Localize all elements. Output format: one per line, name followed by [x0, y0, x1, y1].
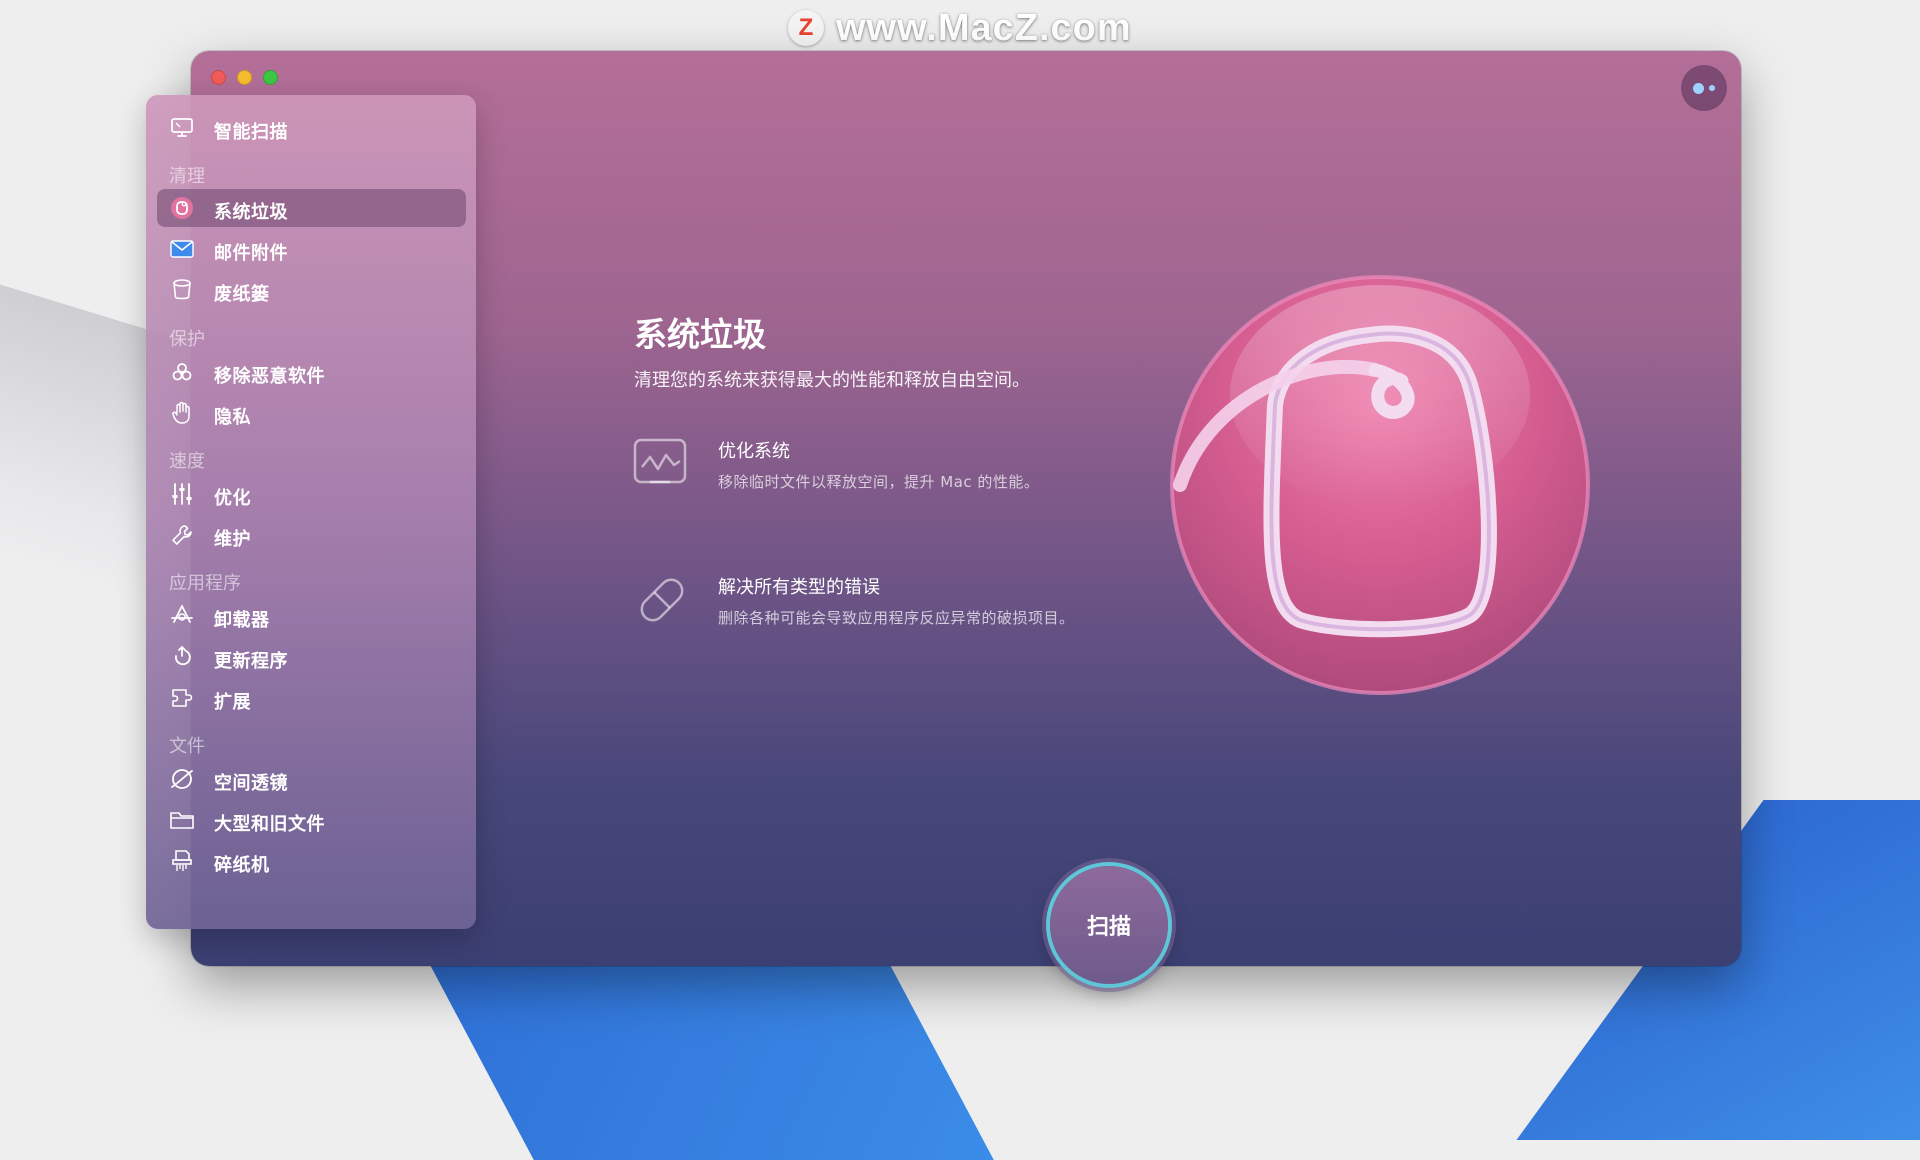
sidebar-item-label: 优化 [214, 488, 251, 509]
sidebar-item-updater[interactable]: 更新程序 [157, 638, 466, 676]
sidebar-item-extensions[interactable]: 扩展 [157, 679, 466, 717]
page-title: 系统垃圾 [634, 315, 766, 354]
wrench-icon [169, 523, 195, 547]
biohazard-icon [169, 360, 195, 384]
sidebar-item-optimization[interactable]: 优化 [157, 475, 466, 513]
section-title-speed: 速度 [169, 451, 205, 472]
sidebar-item-mail-attachments[interactable]: 邮件附件 [157, 230, 466, 268]
system-junk-icon [169, 196, 195, 220]
sidebar-item-space-lens[interactable]: 空间透镜 [157, 760, 466, 798]
sidebar-item-label: 更新程序 [214, 651, 288, 672]
sidebar-item-shredder[interactable]: 碎纸机 [157, 842, 466, 880]
section-title-applications: 应用程序 [169, 573, 241, 594]
zoom-button[interactable] [263, 70, 278, 85]
scan-button[interactable]: 扫描 [1050, 866, 1168, 984]
system-junk-hero-icon [1170, 275, 1590, 695]
assistant-dot-icon [1693, 82, 1704, 94]
shredder-icon [169, 849, 195, 873]
feature-description: 移除临时文件以释放空间，提升 Mac 的性能。 [718, 473, 1040, 491]
minimize-button[interactable] [237, 70, 252, 85]
extensions-icon [169, 686, 195, 710]
sidebar-item-smart-scan[interactable]: 智能扫描 [157, 109, 466, 147]
window-controls [211, 70, 278, 85]
feature-title: 优化系统 [718, 441, 790, 462]
hand-icon [169, 401, 195, 425]
sliders-icon [169, 482, 195, 506]
sidebar-item-label: 卸载器 [214, 610, 270, 631]
feature-description: 删除各种可能会导致应用程序反应异常的破损项目。 [718, 609, 1075, 627]
folder-icon [169, 808, 195, 832]
space-lens-icon [169, 767, 195, 791]
sidebar-item-label: 废纸篓 [214, 284, 270, 305]
assistant-button[interactable] [1681, 65, 1727, 111]
monitor-icon [169, 116, 195, 140]
sidebar-item-label: 维护 [214, 529, 251, 550]
sidebar-item-system-junk[interactable]: 系统垃圾 [157, 189, 466, 227]
watermark: Z www.MacZ.com [788, 6, 1132, 49]
sidebar-item-uninstaller[interactable]: 卸载器 [157, 597, 466, 635]
sidebar-item-trash[interactable]: 废纸篓 [157, 271, 466, 309]
pill-icon [634, 572, 690, 628]
trash-icon [169, 278, 195, 302]
close-button[interactable] [211, 70, 226, 85]
sidebar-item-label: 隐私 [214, 407, 251, 428]
watermark-logo-icon: Z [788, 10, 824, 46]
sidebar-item-label: 碎纸机 [214, 855, 270, 876]
sidebar: 智能扫描 清理 系统垃圾 邮件附件 废纸篓 保护 移除恶意软件 隐私 速度 优化… [146, 95, 476, 929]
sidebar-item-malware-removal[interactable]: 移除恶意软件 [157, 353, 466, 391]
watermark-text: www.MacZ.com [836, 6, 1132, 49]
mail-icon [169, 237, 195, 261]
sidebar-item-maintenance[interactable]: 维护 [157, 516, 466, 554]
page-subtitle: 清理您的系统来获得最大的性能和释放自由空间。 [634, 370, 1030, 391]
section-title-protection: 保护 [169, 329, 205, 350]
updater-icon [169, 645, 195, 669]
assistant-dot-small-icon [1709, 85, 1715, 91]
sidebar-item-label: 系统垃圾 [214, 202, 288, 223]
sidebar-item-label: 空间透镜 [214, 773, 288, 794]
sidebar-item-privacy[interactable]: 隐私 [157, 394, 466, 432]
sidebar-item-label: 扩展 [214, 692, 251, 713]
section-title-cleanup: 清理 [169, 166, 205, 187]
uninstaller-icon [169, 604, 195, 628]
sidebar-item-label: 大型和旧文件 [214, 814, 325, 835]
system-monitor-icon [632, 437, 688, 493]
sidebar-item-label: 移除恶意软件 [214, 366, 325, 387]
section-title-files: 文件 [169, 736, 205, 757]
sidebar-item-large-old-files[interactable]: 大型和旧文件 [157, 801, 466, 839]
sidebar-item-label: 智能扫描 [214, 122, 288, 143]
sidebar-item-label: 邮件附件 [214, 243, 288, 264]
feature-title: 解决所有类型的错误 [718, 577, 880, 598]
